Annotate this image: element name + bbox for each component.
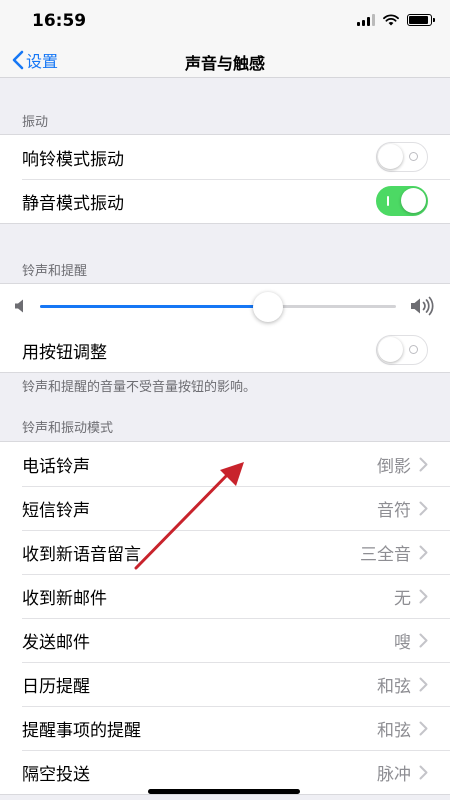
ringer-volume-slider[interactable]: [40, 292, 396, 322]
ringer-footer-note: 铃声和提醒的音量不受音量按钮的影响。: [22, 380, 257, 395]
ringtone-label: 电话铃声: [22, 456, 90, 477]
new-voicemail-label: 收到新语音留言: [22, 544, 141, 565]
battery-icon: [407, 14, 435, 26]
status-time: 16:59: [32, 11, 87, 31]
change-with-buttons-row: 用按钮调整: [0, 328, 450, 372]
ring-mode-vibrate-toggle[interactable]: [376, 142, 428, 172]
wifi-icon: [383, 14, 399, 26]
silent-mode-vibrate-row: 静音模式振动: [0, 179, 450, 223]
airdrop-label: 隔空投送: [22, 764, 90, 785]
reminder-alerts-row[interactable]: 提醒事项的提醒 和弦: [0, 706, 450, 750]
new-voicemail-row[interactable]: 收到新语音留言 三全音: [0, 530, 450, 574]
calendar-alerts-row[interactable]: 日历提醒 和弦: [0, 662, 450, 706]
change-with-buttons-toggle[interactable]: [376, 335, 428, 365]
section-header-vibration: 振动: [22, 115, 49, 130]
airdrop-value: 脉冲: [377, 764, 411, 785]
cellular-signal-icon: [357, 14, 375, 26]
text-tone-value: 音符: [377, 500, 411, 521]
ring-mode-vibrate-row: 响铃模式振动: [0, 135, 450, 179]
ringtone-row[interactable]: 电话铃声 倒影: [0, 442, 450, 486]
ringer-volume-row: [0, 284, 450, 328]
chevron-right-icon: [419, 501, 428, 515]
text-tone-label: 短信铃声: [22, 500, 90, 521]
page-title: 声音与触感: [184, 54, 265, 73]
patterns-group: 电话铃声 倒影 短信铃声 音符 收到新语音留言 三全音 收到新邮件 无 发送邮件…: [0, 441, 450, 795]
volume-low-icon: [15, 299, 23, 313]
new-mail-value: 无: [394, 588, 411, 609]
calendar-alerts-value: 和弦: [377, 676, 411, 697]
chevron-right-icon: [419, 457, 428, 471]
chevron-right-icon: [419, 545, 428, 559]
chevron-right-icon: [419, 765, 428, 779]
silent-mode-vibrate-toggle[interactable]: [376, 186, 428, 216]
ring-mode-vibrate-label: 响铃模式振动: [22, 149, 124, 170]
new-mail-row[interactable]: 收到新邮件 无: [0, 574, 450, 618]
vibration-group: 响铃模式振动 静音模式振动: [0, 134, 450, 224]
text-tone-row[interactable]: 短信铃声 音符: [0, 486, 450, 530]
reminder-alerts-label: 提醒事项的提醒: [22, 720, 141, 741]
section-header-patterns: 铃声和振动模式: [22, 421, 114, 436]
status-icons: [357, 14, 435, 26]
home-indicator: [148, 789, 300, 794]
chevron-right-icon: [419, 589, 428, 603]
sent-mail-row[interactable]: 发送邮件 嗖: [0, 618, 450, 662]
chevron-right-icon: [419, 721, 428, 735]
reminder-alerts-value: 和弦: [377, 720, 411, 741]
ringer-volume-thumb[interactable]: [252, 292, 283, 322]
status-bar: 16:59: [0, 0, 450, 42]
chevron-right-icon: [419, 677, 428, 691]
new-voicemail-value: 三全音: [360, 544, 411, 565]
sent-mail-label: 发送邮件: [22, 632, 90, 653]
new-mail-label: 收到新邮件: [22, 588, 107, 609]
chevron-right-icon: [419, 633, 428, 647]
navigation-bar: 设置 声音与触感: [0, 42, 450, 78]
sent-mail-value: 嗖: [394, 632, 411, 653]
volume-high-icon: [411, 296, 434, 316]
calendar-alerts-label: 日历提醒: [22, 676, 90, 697]
ringtone-value: 倒影: [377, 456, 411, 477]
airdrop-row[interactable]: 隔空投送 脉冲: [0, 750, 450, 794]
silent-mode-vibrate-label: 静音模式振动: [22, 193, 124, 214]
change-with-buttons-label: 用按钮调整: [22, 342, 107, 363]
section-header-ringer: 铃声和提醒: [22, 264, 88, 279]
ringer-group: 用按钮调整: [0, 283, 450, 373]
